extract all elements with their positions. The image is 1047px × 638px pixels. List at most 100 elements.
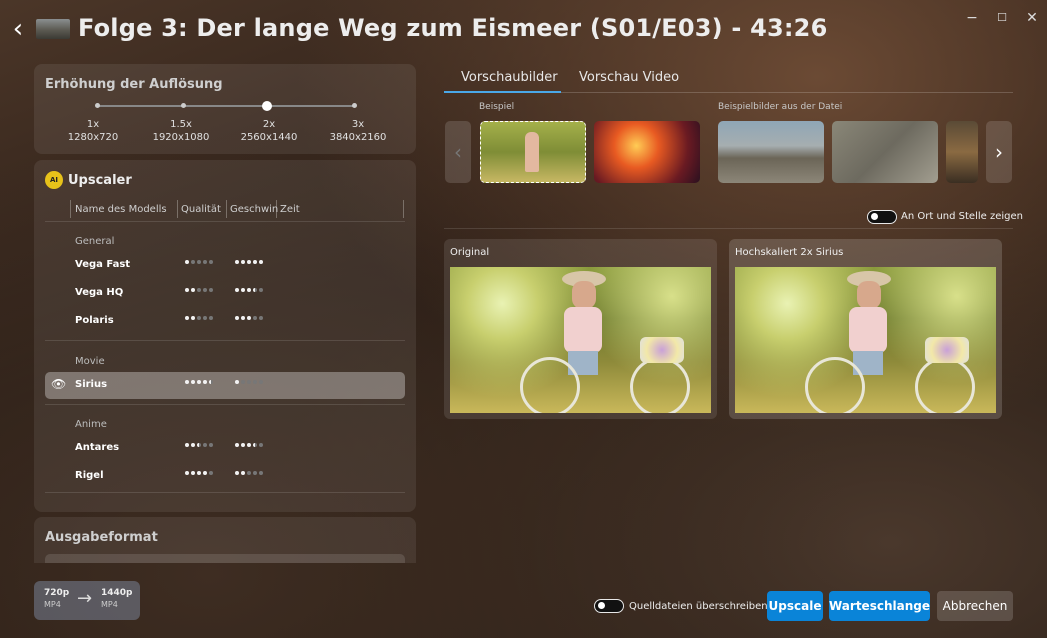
maximize-icon[interactable]: ☐ — [991, 8, 1013, 28]
close-icon[interactable]: ✕ — [1021, 8, 1043, 28]
rating-dot — [235, 471, 239, 475]
rating-dot — [197, 443, 201, 447]
minimize-icon[interactable]: − — [961, 8, 983, 28]
arrow-right-icon: → — [77, 588, 93, 609]
rating-dot — [191, 471, 195, 475]
model-name: Rigel — [75, 470, 104, 481]
rating-dot — [235, 288, 239, 292]
rating-dot — [209, 471, 213, 475]
rating-dot — [185, 288, 189, 292]
resolution-option[interactable]: 3x 3840x2160 — [318, 118, 398, 144]
rating-dot — [241, 471, 245, 475]
col-quality-header[interactable]: Qualität — [181, 204, 221, 215]
rating-dot — [247, 443, 251, 447]
res-label: 3840x2160 — [329, 132, 387, 143]
queue-button[interactable]: Warteschlange — [829, 591, 930, 621]
model-row-antares[interactable]: Antares — [45, 435, 405, 462]
thumbnail-example-1-selected[interactable] — [480, 121, 586, 183]
tab-vorschau-video[interactable]: Vorschau Video — [579, 70, 679, 85]
resolution-option[interactable]: 1x 1280x720 — [53, 118, 133, 144]
rating-dot — [185, 443, 189, 447]
col-time-header[interactable]: Zeit — [280, 204, 300, 215]
show-in-place-toggle[interactable] — [867, 210, 897, 224]
source-res: 720p — [44, 588, 70, 598]
thumbnail-file-1[interactable] — [718, 121, 824, 183]
quality-rating — [185, 288, 213, 292]
slider-thumb[interactable] — [262, 101, 272, 111]
overwrite-source-label: Quelldateien überschreiben — [629, 601, 768, 612]
slider-stop-1.5x[interactable] — [180, 103, 186, 108]
quality-rating — [185, 316, 213, 320]
thumbs-next-button[interactable]: › — [986, 121, 1012, 183]
model-row-sirius[interactable]: 👁 Sirius — [45, 372, 405, 399]
rating-dot — [191, 260, 195, 264]
file-examples-label: Beispielbilder aus der Datei — [718, 102, 843, 112]
source-format: MP4 — [44, 600, 61, 609]
conversion-chip: 720p MP4 → 1440p MP4 — [34, 581, 140, 620]
rating-dot — [209, 443, 213, 447]
rating-dot — [247, 260, 251, 264]
rating-dot — [191, 443, 195, 447]
model-row-vega-fast[interactable]: Vega Fast — [45, 252, 405, 279]
cancel-button[interactable]: Abbrechen — [937, 591, 1013, 621]
show-in-place-label: An Ort und Stelle zeigen — [901, 211, 1023, 222]
column-separator — [226, 200, 227, 218]
model-name: Antares — [75, 442, 120, 453]
resolution-slider[interactable] — [94, 101, 357, 111]
col-name-header[interactable]: Name des Modells — [75, 204, 167, 215]
rating-dot — [259, 380, 263, 384]
original-label: Original — [450, 247, 490, 258]
factor-label: 1.5x — [170, 119, 192, 130]
back-button[interactable]: ‹ — [8, 16, 28, 42]
group-divider — [45, 340, 405, 341]
model-row-vega-hq[interactable]: Vega HQ — [45, 280, 405, 307]
target-res: 1440p — [101, 588, 133, 598]
resolution-option[interactable]: 1.5x 1920x1080 — [141, 118, 221, 144]
rating-dot — [241, 443, 245, 447]
rating-dot — [259, 316, 263, 320]
rating-dot — [241, 288, 245, 292]
upscale-button[interactable]: Upscale — [767, 591, 823, 621]
rating-dot — [253, 443, 257, 447]
slider-stop-3x[interactable] — [351, 103, 357, 108]
rating-dot — [247, 380, 251, 384]
rating-dot — [185, 380, 189, 384]
original-preview-panel: Original — [444, 239, 717, 419]
group-label-movie: Movie — [75, 356, 105, 367]
thumbnail-file-3[interactable] — [946, 121, 978, 183]
group-label-anime: Anime — [75, 419, 107, 430]
speed-rating — [235, 443, 263, 447]
model-name: Polaris — [75, 315, 114, 326]
model-row-rigel[interactable]: Rigel — [45, 463, 405, 490]
output-format-selector[interactable] — [45, 554, 405, 563]
tab-vorschaubilder[interactable]: Vorschaubilder — [461, 70, 558, 85]
model-name: Vega Fast — [75, 259, 131, 270]
overwrite-source-toggle[interactable] — [594, 599, 624, 613]
toggle-knob — [871, 213, 878, 220]
thumbs-prev-button[interactable]: ‹ — [445, 121, 471, 183]
rating-dot — [185, 316, 189, 320]
thumbnail-example-2[interactable] — [594, 121, 700, 183]
rating-dot — [259, 288, 263, 292]
rating-dot — [235, 316, 239, 320]
rating-dot — [235, 260, 239, 264]
ai-badge-icon: AI — [45, 171, 63, 189]
upscaled-image — [735, 267, 996, 413]
model-name: Sirius — [75, 379, 108, 390]
original-image — [450, 267, 711, 413]
model-row-polaris[interactable]: Polaris — [45, 308, 405, 335]
factor-label: 3x — [351, 119, 365, 130]
target-format: MP4 — [101, 600, 118, 609]
resolution-option[interactable]: 2x 2560x1440 — [229, 118, 309, 144]
slider-stop-1x[interactable] — [94, 103, 100, 108]
rating-dot — [241, 260, 245, 264]
active-tab-indicator — [444, 91, 561, 93]
thumbnail-file-2[interactable] — [832, 121, 938, 183]
quality-rating — [185, 380, 213, 384]
speed-rating — [235, 316, 263, 320]
model-name: Vega HQ — [75, 287, 124, 298]
col-speed-header[interactable]: Geschwin — [230, 204, 278, 215]
group-divider — [45, 404, 405, 405]
column-separator — [70, 200, 71, 218]
rating-dot — [197, 471, 201, 475]
